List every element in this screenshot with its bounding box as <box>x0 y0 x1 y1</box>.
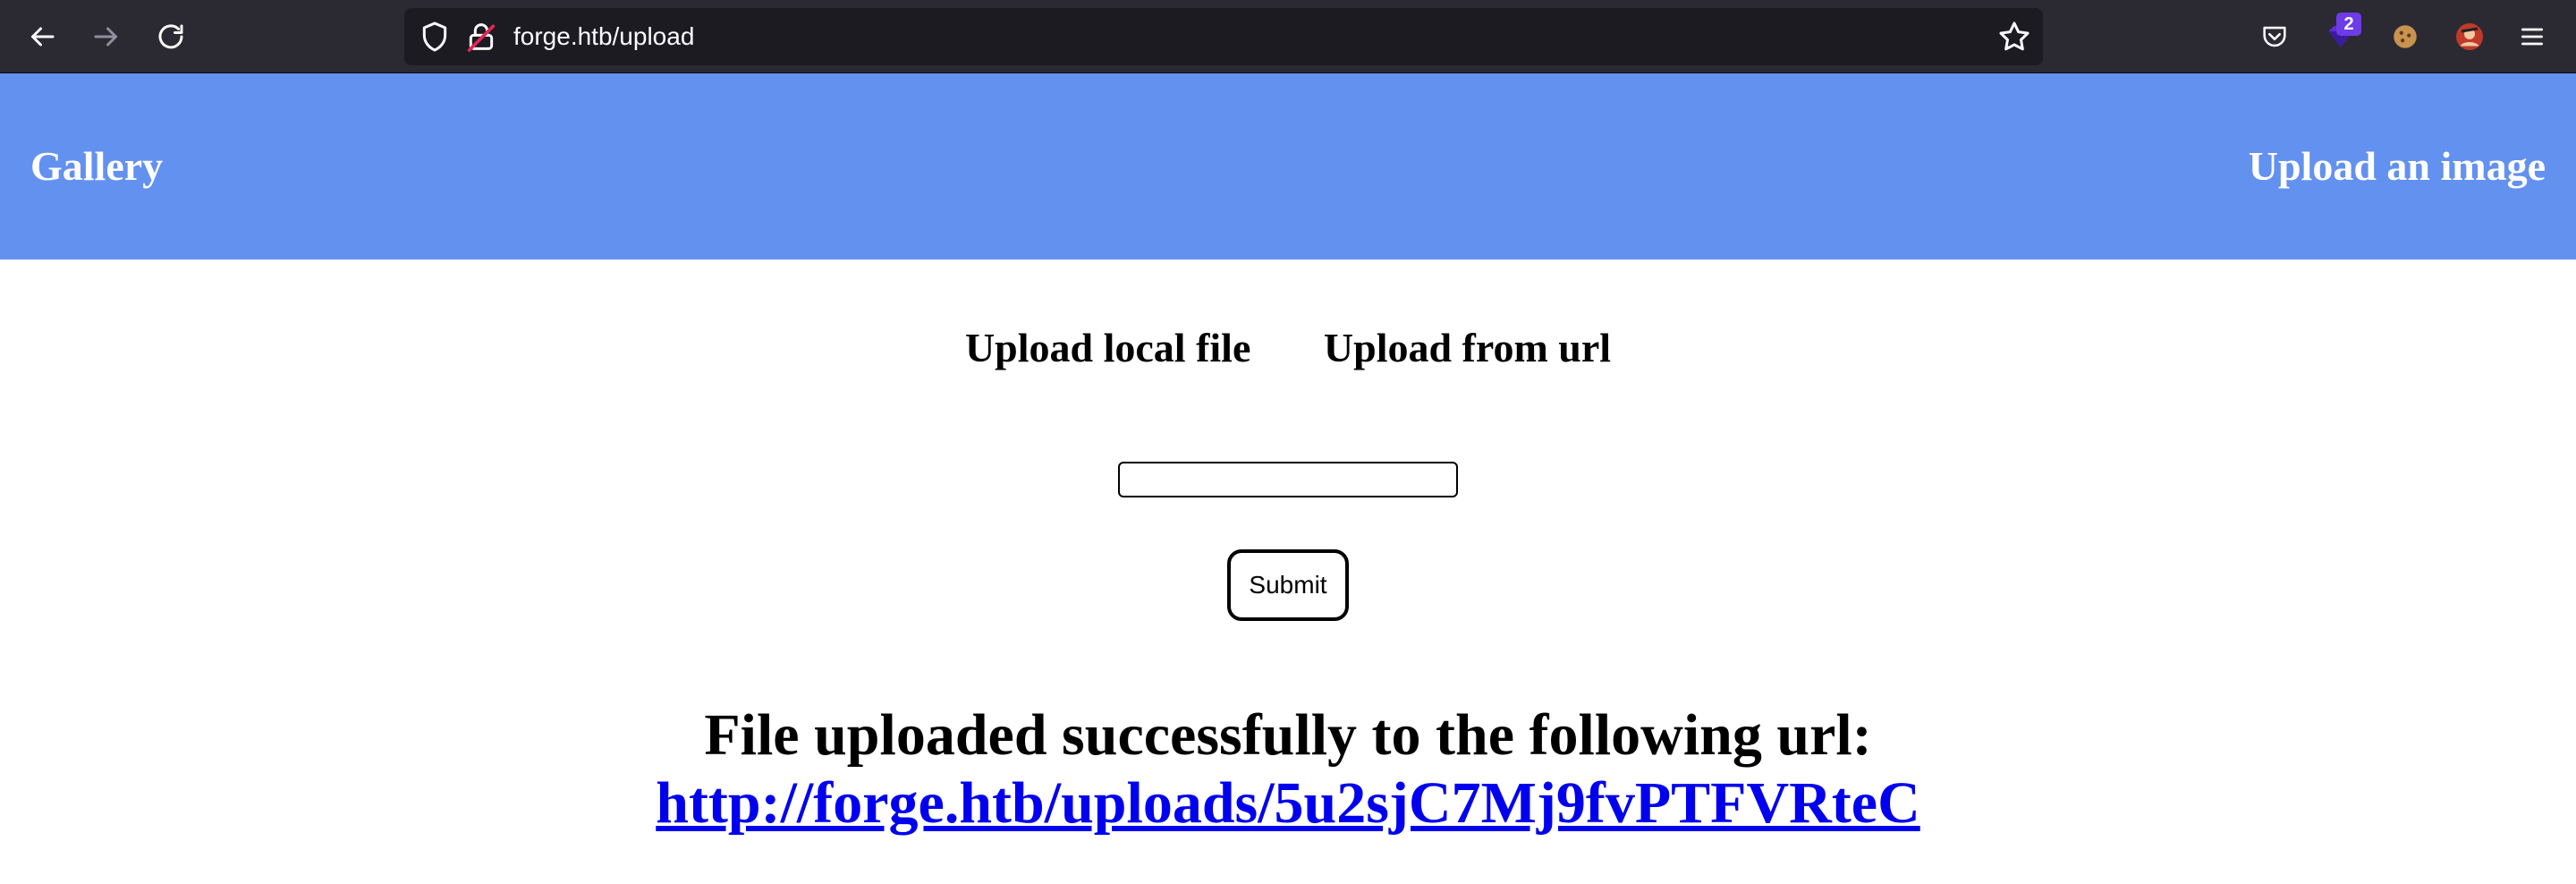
tab-upload-from-url[interactable]: Upload from url <box>1324 324 1611 371</box>
site-header: Gallery Upload an image <box>0 73 2576 259</box>
bookmark-star-icon[interactable] <box>1996 19 2032 55</box>
gallery-link[interactable]: Gallery <box>30 73 163 259</box>
submit-button[interactable]: Submit <box>1227 549 1349 621</box>
extension-badge: 2 <box>2336 13 2361 36</box>
reload-icon[interactable] <box>148 14 193 59</box>
shield-icon[interactable] <box>417 19 453 55</box>
upload-image-link[interactable]: Upload an image <box>2249 73 2546 259</box>
menu-icon[interactable] <box>2512 16 2553 57</box>
address-bar[interactable]: forge.htb/upload <box>404 8 2043 65</box>
pocket-icon[interactable] <box>2254 16 2295 57</box>
back-arrow-icon[interactable] <box>20 14 64 59</box>
uploaded-file-link[interactable]: http://forge.htb/uploads/5u2sjC7Mj9fvPTF… <box>656 770 1920 836</box>
forward-arrow-icon[interactable] <box>84 14 129 59</box>
url-text[interactable]: forge.htb/upload <box>513 8 694 65</box>
upload-result: File uploaded successfully to the follow… <box>0 701 2576 837</box>
result-message: File uploaded successfully to the follow… <box>704 702 1872 768</box>
insecure-lock-icon[interactable] <box>463 19 499 55</box>
tab-upload-local-file[interactable]: Upload local file <box>965 324 1250 371</box>
cookie-icon[interactable] <box>2385 16 2426 57</box>
upload-tabs: Upload local file Upload from url <box>0 324 2576 371</box>
avatar-icon[interactable] <box>2449 16 2490 57</box>
browser-toolbar: forge.htb/upload 2 <box>0 0 2576 73</box>
url-input[interactable] <box>1118 462 1458 497</box>
